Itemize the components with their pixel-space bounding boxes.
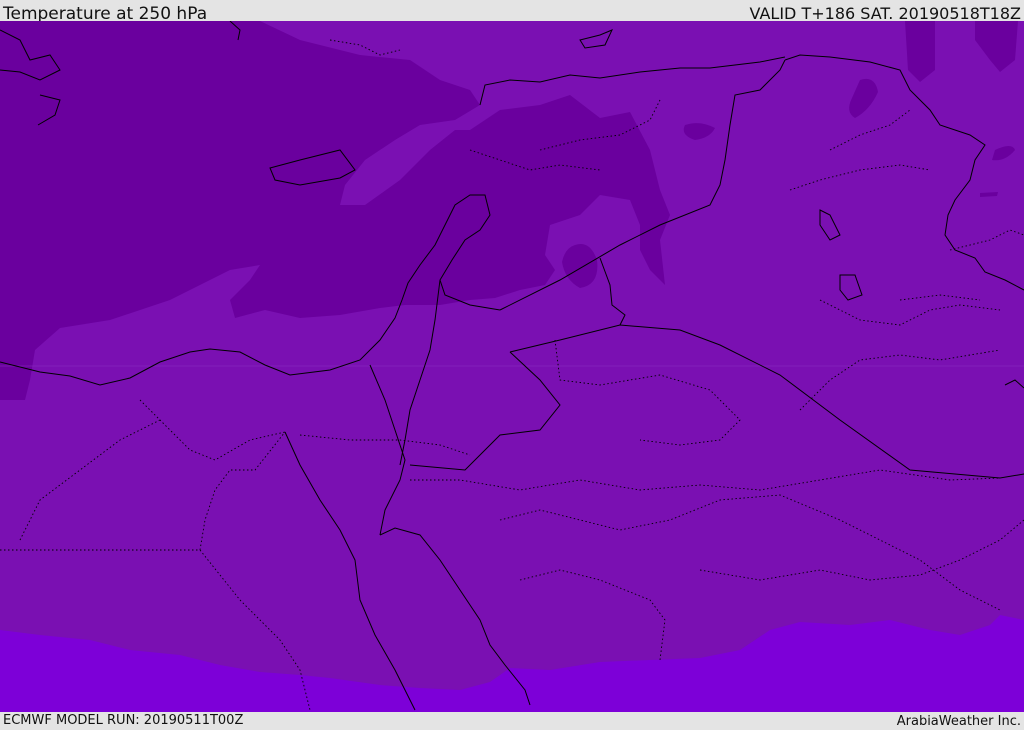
credit-label: ArabiaWeather Inc. — [896, 714, 1021, 729]
map-canvas — [0, 21, 1024, 712]
weather-map[interactable] — [0, 21, 1024, 712]
header-bar: Temperature at 250 hPa VALID T+186 SAT. … — [0, 0, 1024, 24]
footer-bar: ECMWF MODEL RUN: 20190511T00Z ArabiaWeat… — [0, 712, 1024, 729]
model-run-label: ECMWF MODEL RUN: 20190511T00Z — [3, 713, 244, 728]
